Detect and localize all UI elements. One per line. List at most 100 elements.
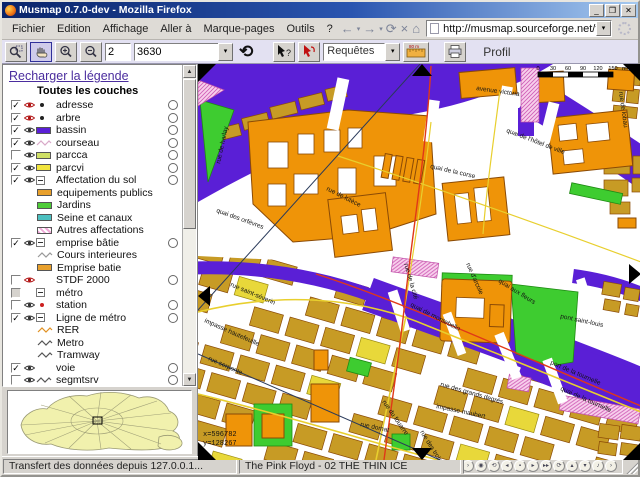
url-bar[interactable]: ▾	[426, 20, 612, 37]
layer-visibility-eye-icon[interactable]	[24, 151, 36, 159]
layer-radio[interactable]	[168, 162, 178, 173]
resize-grip[interactable]	[624, 458, 638, 474]
maximize-button[interactable]: ❐	[605, 3, 620, 17]
title-bar: Musmap 0.7.0-dev - Mozilla Firefox _ ❐ ✕	[2, 2, 638, 18]
expand-collapse-icon[interactable]	[36, 175, 45, 185]
close-button[interactable]: ✕	[621, 3, 636, 17]
media-button[interactable]: ♪	[592, 460, 604, 472]
overview-map[interactable]	[7, 390, 192, 454]
home-icon[interactable]: ⌂	[410, 21, 422, 36]
layer-radio[interactable]	[168, 125, 178, 136]
zoom-level-input[interactable]	[105, 42, 131, 61]
reload-icon[interactable]: ⟳	[384, 21, 399, 36]
layer-visibility-eye-icon[interactable]	[24, 314, 36, 322]
layer-visibility-eye-icon[interactable]	[24, 239, 36, 247]
layer-checkbox[interactable]: ✓	[11, 362, 21, 373]
media-button[interactable]: ◉	[475, 460, 487, 472]
forward-icon[interactable]: →	[361, 21, 378, 36]
layer-visibility-eye-icon[interactable]	[24, 164, 36, 172]
layer-checkbox[interactable]	[11, 300, 21, 311]
menu-item-affichage[interactable]: Affichage	[97, 21, 155, 37]
layer-checkbox[interactable]: ✓	[11, 112, 21, 123]
layer-checkbox[interactable]: ✓	[11, 175, 21, 186]
layer-radio[interactable]	[168, 175, 178, 186]
layer-symbol	[36, 126, 56, 134]
scrollbar-thumb[interactable]	[183, 79, 196, 229]
minimize-button[interactable]: _	[589, 3, 604, 17]
layer-radio[interactable]	[168, 137, 178, 148]
expand-collapse-icon[interactable]	[36, 313, 45, 323]
layer-checkbox[interactable]: ✓	[11, 312, 21, 323]
media-button[interactable]: ◂	[501, 460, 513, 472]
scale-dropdown-icon[interactable]: ▾	[218, 42, 233, 61]
zoom-in-tool-button[interactable]	[55, 41, 77, 62]
identify-tool-button[interactable]: ?	[273, 41, 296, 62]
layer-radio[interactable]	[168, 362, 178, 373]
menu-item-?[interactable]: ?	[321, 21, 339, 37]
zoom-out-tool-button[interactable]	[80, 41, 102, 62]
layer-radio[interactable]	[168, 312, 178, 323]
queries-combobox[interactable]: Requêtes ... ▾	[323, 42, 401, 69]
map-canvas[interactable]: avenue victoriaquai de l'hôtel de viller…	[198, 64, 640, 460]
media-button[interactable]: ▸	[527, 460, 539, 472]
layer-visibility-eye-icon[interactable]	[24, 176, 36, 184]
layer-visibility-eye-icon[interactable]	[24, 101, 36, 109]
legend-scrollbar[interactable]: ▲ ▼	[182, 65, 196, 386]
layer-checkbox[interactable]	[11, 150, 21, 161]
media-button[interactable]: ▾	[579, 460, 591, 472]
zoom-window-tool-button[interactable]	[5, 41, 27, 62]
scale-input[interactable]	[134, 42, 218, 61]
menu-item-marque-pages[interactable]: Marque-pages	[198, 21, 281, 37]
measure-tool-button[interactable]: 80 m	[403, 41, 430, 62]
layer-checkbox[interactable]: ✓	[11, 125, 21, 136]
url-dropdown-icon[interactable]: ▾	[596, 21, 611, 36]
menu-item-outils[interactable]: Outils	[280, 21, 320, 37]
layer-checkbox[interactable]: ✓	[11, 137, 21, 148]
layer-checkbox[interactable]	[11, 287, 21, 298]
url-input[interactable]	[443, 22, 596, 35]
media-button[interactable]: ›	[464, 460, 474, 472]
layer-visibility-eye-icon[interactable]	[24, 364, 36, 372]
queries-dropdown-icon[interactable]: ▾	[385, 42, 401, 61]
layer-checkbox[interactable]	[11, 375, 21, 386]
layer-radio[interactable]	[168, 112, 178, 123]
scale-combobox[interactable]: ▾	[134, 42, 233, 61]
layer-visibility-eye-icon[interactable]	[24, 126, 36, 134]
media-button[interactable]: ⟲	[488, 460, 500, 472]
refresh-map-button[interactable]: ⟲	[236, 42, 256, 61]
scroll-up-icon[interactable]: ▲	[183, 65, 196, 78]
layer-radio[interactable]	[168, 237, 178, 248]
pan-tool-button[interactable]	[30, 41, 52, 62]
layer-checkbox[interactable]: ✓	[11, 237, 21, 248]
media-button[interactable]: ▪	[514, 460, 526, 472]
layer-visibility-eye-icon[interactable]	[24, 139, 36, 147]
layer-checkbox[interactable]	[11, 275, 21, 286]
media-button[interactable]: ▴	[566, 460, 578, 472]
layer-visibility-eye-icon[interactable]	[24, 301, 36, 309]
menu-item-aller-[interactable]: Aller à	[154, 21, 197, 37]
layer-radio[interactable]	[168, 300, 178, 311]
layer-radio[interactable]	[168, 150, 178, 161]
menu-item-edition[interactable]: Edition	[51, 21, 97, 37]
query-tool-button[interactable]	[298, 41, 321, 62]
layer-checkbox[interactable]: ✓	[11, 162, 21, 173]
layer-visibility-eye-icon[interactable]	[24, 276, 36, 284]
expand-collapse-icon[interactable]	[36, 288, 45, 298]
layer-radio[interactable]	[168, 275, 178, 286]
layer-checkbox[interactable]: ✓	[11, 100, 21, 111]
profil-label[interactable]: Profil	[483, 45, 510, 59]
reload-legend-link[interactable]: Recharger la légende	[9, 69, 129, 83]
scroll-down-icon[interactable]: ▼	[183, 373, 196, 386]
media-button[interactable]: ⟳	[553, 460, 565, 472]
print-button[interactable]	[444, 41, 467, 62]
layer-visibility-eye-icon[interactable]	[24, 376, 36, 384]
layer-visibility-eye-icon[interactable]	[24, 114, 36, 122]
media-button[interactable]: ▸▸	[540, 460, 552, 472]
back-icon[interactable]: ←	[339, 21, 356, 36]
layer-radio[interactable]	[168, 100, 178, 111]
expand-collapse-icon[interactable]	[36, 238, 45, 248]
layer-radio[interactable]	[168, 375, 178, 386]
stop-icon[interactable]: ×	[399, 21, 411, 36]
media-button[interactable]: ›	[605, 460, 617, 472]
menu-item-fichier[interactable]: Fichier	[6, 21, 51, 37]
